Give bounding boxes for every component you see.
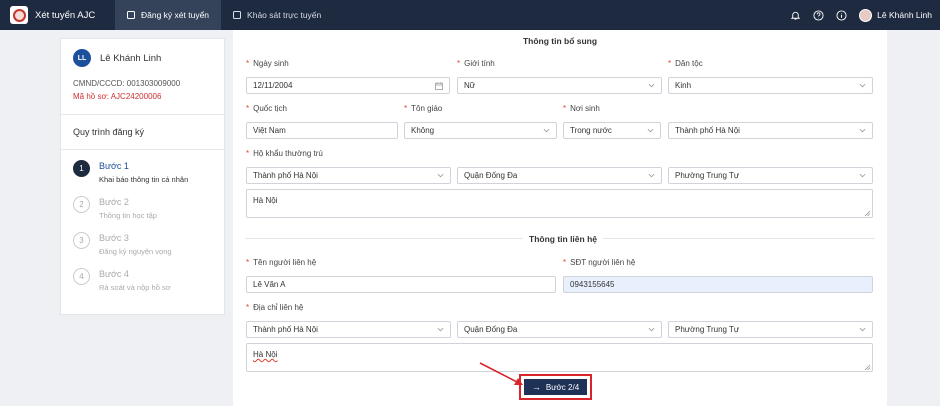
chevron-down-icon (859, 127, 866, 134)
contact-address-textarea[interactable]: Hà Nội (246, 343, 873, 372)
step-title: Bước 2 (99, 197, 129, 207)
step-subtitle: Đăng ký nguyện vọng (99, 247, 172, 256)
contact-address-label: * Địa chỉ liên hệ (246, 303, 304, 312)
chevron-down-icon (437, 326, 444, 333)
section-title-contact: Thông tin liên hệ (523, 234, 603, 244)
chevron-down-icon (648, 172, 655, 179)
nationality-label: * Quốc tịch (246, 104, 287, 113)
residence-district-select[interactable]: Quận Đống Đa (457, 167, 662, 184)
profile-section: LL Lê Khánh Linh CMND/CCCD: 001303009000… (61, 39, 224, 115)
profile-name: Lê Khánh Linh (100, 52, 162, 64)
chevron-down-icon (648, 82, 655, 89)
nationality-field[interactable]: Việt Nam (246, 122, 398, 139)
residence-city-select[interactable]: Thành phố Hà Nội (246, 167, 451, 184)
steps-list: 1 Bước 1 Khai báo thông tin cá nhân 2 Bư… (61, 150, 224, 304)
religion-select[interactable]: Không (404, 122, 557, 139)
info-icon[interactable] (836, 9, 847, 21)
tab-register[interactable]: Đăng ký xét tuyển (115, 0, 222, 30)
step-2[interactable]: 2 Bước 2 Thông tin học tập (73, 196, 212, 232)
chevron-down-icon (859, 326, 866, 333)
dob-field[interactable]: 12/11/2004 (246, 77, 450, 94)
edit-icon (127, 11, 135, 19)
contact-name-label: * Tên người liên hệ (246, 258, 317, 267)
user-avatar[interactable] (859, 8, 873, 22)
step-number: 4 (73, 268, 90, 285)
step-title: Bước 3 (99, 233, 129, 243)
tab-survey-label: Khảo sát trực tuyến (247, 10, 322, 20)
calendar-icon (435, 82, 443, 90)
ethnic-label: * Dân tộc (668, 59, 703, 68)
brand[interactable]: Xét tuyển AJC (0, 0, 115, 30)
help-icon[interactable] (813, 9, 824, 21)
top-bar: Xét tuyển AJC Đăng ký xét tuyển Khảo sát… (0, 0, 940, 30)
residence-label: * Hộ khẩu thường trú (246, 149, 323, 158)
chevron-down-icon (437, 172, 444, 179)
chevron-down-icon (647, 127, 654, 134)
chevron-down-icon (543, 127, 550, 134)
step-subtitle: Thông tin học tập (99, 211, 157, 220)
resize-grip-icon[interactable] (864, 363, 871, 371)
next-step-button[interactable]: → Bước 2/4 (524, 379, 587, 395)
birthplace-type-select[interactable]: Trong nước (563, 122, 661, 139)
checkbox-icon (233, 11, 242, 19)
profile-code: Mã hồ sơ: AJC24200006 (73, 92, 162, 101)
step-subtitle: Rà soát và nộp hồ sơ (99, 283, 171, 292)
resize-grip-icon[interactable] (864, 209, 871, 217)
sidebar-card: LL Lê Khánh Linh CMND/CCCD: 001303009000… (60, 38, 225, 315)
highlight-box: → Bước 2/4 (519, 374, 592, 400)
step-number: 3 (73, 232, 90, 249)
contact-phone-label: * SĐT người liên hệ (563, 258, 636, 267)
chevron-down-icon (648, 326, 655, 333)
contact-city-select[interactable]: Thành phố Hà Nội (246, 321, 451, 338)
profile-id: CMND/CCCD: 001303009000 (73, 79, 181, 88)
religion-label: * Tôn giáo (404, 104, 443, 113)
gender-label: * Giới tính (457, 59, 495, 68)
user-name[interactable]: Lê Khánh Linh (877, 10, 932, 20)
form-panel: Thông tin bổ sung * Ngày sinh 12/11/2004 … (233, 30, 887, 406)
tab-survey[interactable]: Khảo sát trực tuyến (221, 0, 333, 30)
step-number: 1 (73, 160, 90, 177)
step-3[interactable]: 3 Bước 3 Đăng ký nguyện vọng (73, 232, 212, 268)
ethnic-select[interactable]: Kinh (668, 77, 873, 94)
step-subtitle: Khai báo thông tin cá nhân (99, 175, 189, 184)
residence-ward-select[interactable]: Phường Trung Tự (668, 167, 873, 184)
arrow-right-icon: → (531, 382, 541, 392)
bell-icon[interactable] (790, 10, 801, 21)
annotation-arrow (479, 362, 523, 385)
contact-district-select[interactable]: Quận Đống Đa (457, 321, 662, 338)
step-title: Bước 1 (99, 161, 129, 171)
step-title: Bước 4 (99, 269, 129, 279)
app-logo (10, 6, 28, 24)
step-1[interactable]: 1 Bước 1 Khai báo thông tin cá nhân (73, 160, 212, 196)
contact-name-field[interactable]: Lê Văn A (246, 276, 556, 293)
residence-address-textarea[interactable]: Hà Nội (246, 189, 873, 218)
step-4[interactable]: 4 Bước 4 Rà soát và nộp hồ sơ (73, 268, 212, 304)
process-title: Quy trình đăng ký (61, 115, 224, 150)
app-title: Xét tuyển AJC (35, 9, 96, 21)
birthplace-label: * Nơi sinh (563, 104, 600, 113)
contact-phone-field[interactable]: 0943155645 (563, 276, 873, 293)
profile-avatar: LL (73, 49, 91, 67)
chevron-down-icon (859, 172, 866, 179)
section-title-extra: Thông tin bổ sung (522, 36, 598, 46)
gender-select[interactable]: Nữ (457, 77, 662, 94)
tab-register-label: Đăng ký xét tuyển (141, 10, 210, 20)
contact-ward-select[interactable]: Phường Trung Tự (668, 321, 873, 338)
chevron-down-icon (859, 82, 866, 89)
birthplace-select[interactable]: Thành phố Hà Nội (668, 122, 873, 139)
step-number: 2 (73, 196, 90, 213)
dob-label: * Ngày sinh (246, 59, 289, 68)
